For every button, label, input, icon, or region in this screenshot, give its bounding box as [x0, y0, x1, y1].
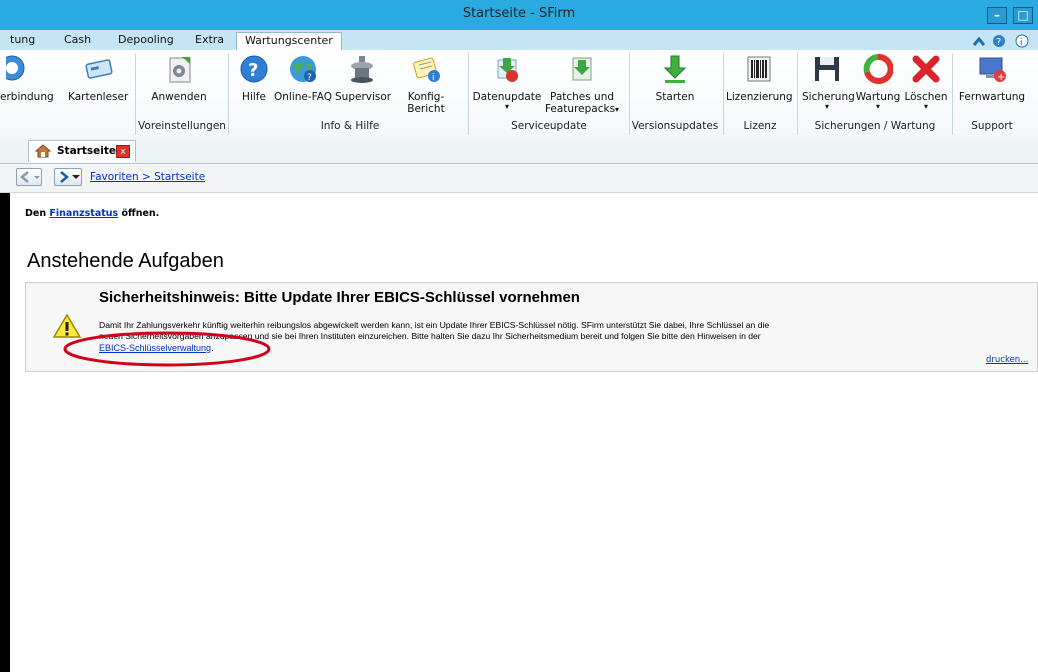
- data-update-icon: [492, 54, 522, 84]
- tab-wartungscenter[interactable]: Wartungscenter: [236, 32, 342, 51]
- finanzstatus-prefix: Den: [25, 208, 50, 219]
- card-reader-icon: [83, 54, 113, 84]
- config-report-icon: i: [411, 54, 441, 84]
- dropdown-arrow-icon: ▾: [824, 102, 829, 111]
- ribbon-tab-bar: tung Cash Depooling Extra Wartungscenter…: [0, 30, 1038, 51]
- back-arrow-icon: [20, 171, 40, 183]
- supervisor-icon: [347, 54, 377, 84]
- patches-icon: [567, 54, 597, 84]
- verbindung-label[interactable]: erbindung: [0, 91, 54, 103]
- apply-settings-icon: [164, 54, 194, 84]
- finanzstatus-suffix: öffnen.: [118, 208, 160, 219]
- ribbon-separator: [135, 53, 136, 135]
- svg-text:?: ?: [248, 60, 258, 81]
- lizenzierung-button[interactable]: Lizenzierung: [726, 54, 793, 103]
- ribbon: erbindung Kartenleser Anwenden Voreinste…: [0, 50, 1038, 139]
- remote-support-icon: +: [977, 54, 1007, 84]
- forward-button[interactable]: [54, 168, 82, 186]
- save-disk-icon: [812, 54, 842, 84]
- tab-close-button[interactable]: x: [116, 145, 130, 158]
- delete-x-icon: [911, 54, 941, 84]
- ribbon-separator: [468, 53, 469, 135]
- kartenleser-label: Kartenleser: [68, 91, 129, 103]
- tab-cash[interactable]: Cash: [64, 33, 91, 46]
- maximize-button[interactable]: □: [1013, 7, 1033, 24]
- loeschen-button[interactable]: Löschen ▾: [904, 54, 948, 111]
- group-support: Support: [971, 120, 1013, 132]
- group-serviceupdate: Serviceupdate: [511, 120, 587, 132]
- home-icon: [35, 144, 51, 158]
- download-arrow-icon: [660, 54, 690, 84]
- notice-title: Sicherheitshinweis: Bitte Update Ihrer E…: [99, 289, 580, 306]
- breadcrumb[interactable]: Favoriten > Startseite: [90, 171, 205, 183]
- patches-label-1: Patches und: [549, 91, 615, 103]
- security-notice-card: Sicherheitshinweis: Bitte Update Ihrer E…: [25, 282, 1038, 372]
- patches-button[interactable]: Patches und Featurepacks▾: [541, 54, 623, 115]
- ribbon-help-icons[interactable]: ? i: [972, 34, 1034, 48]
- back-button[interactable]: [16, 168, 42, 186]
- wartung-button[interactable]: Wartung ▾: [853, 54, 903, 111]
- lizenzierung-label: Lizenzierung: [726, 91, 793, 103]
- print-link[interactable]: drucken...: [986, 355, 1028, 365]
- navigation-bar: Favoriten > Startseite: [0, 164, 1038, 193]
- tab-depooling[interactable]: Depooling: [118, 33, 174, 46]
- document-tab-strip: Startseite x: [0, 138, 1038, 164]
- tab-extra[interactable]: Extra: [195, 33, 224, 46]
- connection-icon: [0, 54, 32, 84]
- supervisor-button[interactable]: Supervisor: [335, 54, 392, 103]
- datenupdate-button[interactable]: Datenupdate ▾: [472, 54, 542, 111]
- ribbon-separator: [952, 53, 953, 135]
- sicherung-button[interactable]: Sicherung ▾: [802, 54, 855, 111]
- dropdown-arrow-icon: ▾: [504, 102, 509, 111]
- svg-text:+: +: [997, 72, 1005, 83]
- fernwartung-button[interactable]: + Fernwartung: [956, 54, 1028, 103]
- forward-arrow-icon: [60, 171, 80, 183]
- starten-button[interactable]: Starten: [640, 54, 710, 103]
- window-title: Startseite - SFirm: [462, 6, 576, 21]
- anwenden-label: Anwenden: [151, 91, 207, 103]
- section-title: Anstehende Aufgaben: [27, 250, 224, 272]
- online-faq-label: Online-FAQ: [274, 91, 332, 103]
- minimize-button[interactable]: –: [987, 7, 1007, 24]
- dropdown-arrow-icon: ▾: [875, 102, 880, 111]
- group-sicherungen: Sicherungen / Wartung: [814, 120, 936, 132]
- konfig-bericht-label: Konfig-Bericht: [407, 91, 445, 115]
- finanzstatus-link[interactable]: Finanzstatus: [49, 208, 118, 219]
- help-icon: ?: [239, 54, 269, 84]
- hilfe-label: Hilfe: [242, 91, 266, 103]
- dropdown-arrow-icon: ▾: [923, 102, 928, 111]
- tab-startseite[interactable]: Startseite x: [28, 140, 136, 162]
- hilfe-button[interactable]: ? Hilfe: [237, 54, 271, 103]
- refresh-icon: [863, 54, 894, 84]
- tab-startseite-label: Startseite: [57, 145, 116, 157]
- title-bar: Startseite - SFirm – □: [0, 0, 1038, 30]
- online-faq-button[interactable]: ? Online-FAQ: [272, 54, 334, 103]
- fernwartung-label: Fernwartung: [958, 91, 1026, 103]
- finanzstatus-line: Den Finanzstatus öffnen.: [25, 208, 159, 219]
- group-versionsupdates: Versionsupdates: [631, 120, 719, 132]
- konfig-bericht-button[interactable]: i Konfig-Bericht: [390, 54, 462, 115]
- supervisor-label: Supervisor: [335, 91, 392, 103]
- group-lizenz: Lizenz: [743, 120, 777, 132]
- svg-text:i: i: [432, 73, 435, 83]
- kartenleser-button[interactable]: Kartenleser: [68, 54, 128, 103]
- svg-text:i: i: [1020, 38, 1023, 48]
- anwenden-button[interactable]: Anwenden: [145, 54, 213, 103]
- svg-text:?: ?: [996, 37, 1001, 48]
- starten-label: Starten: [655, 91, 695, 103]
- red-highlight-ellipse: [63, 331, 271, 367]
- ribbon-separator: [797, 53, 798, 135]
- group-info-hilfe: Info & Hilfe: [320, 120, 380, 132]
- barcode-icon: [744, 54, 774, 84]
- ribbon-separator: [228, 53, 229, 135]
- globe-icon: ?: [288, 54, 318, 84]
- dropdown-arrow-icon: ▾: [615, 105, 620, 114]
- svg-text:?: ?: [307, 73, 312, 83]
- patches-label-2: Featurepacks: [544, 103, 616, 115]
- group-voreinstellungen: Voreinstellungen: [138, 120, 226, 132]
- tab-buchung[interactable]: tung: [10, 33, 35, 46]
